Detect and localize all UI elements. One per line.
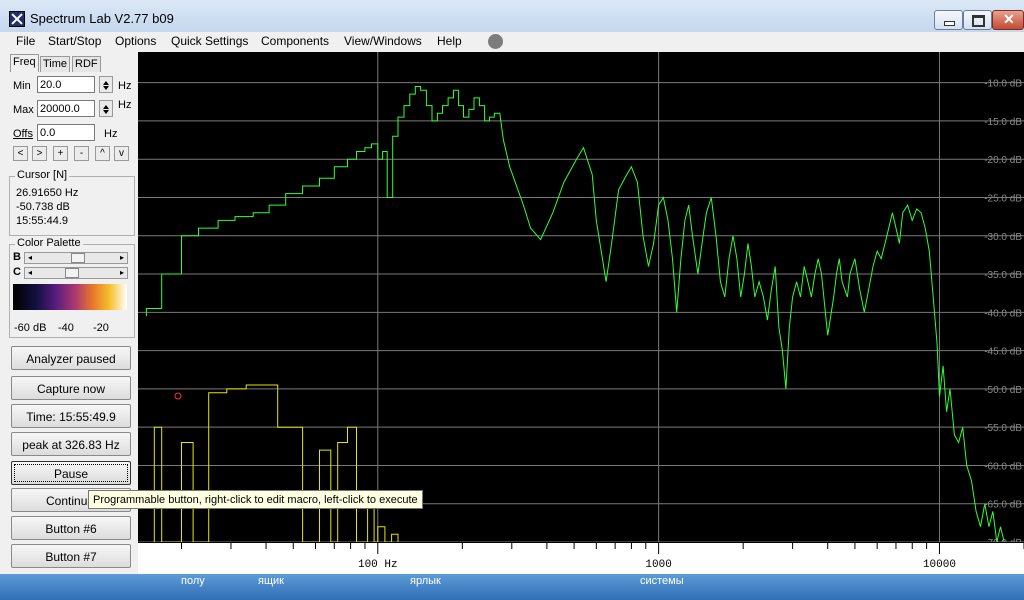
status-indicator-icon — [488, 34, 503, 49]
analyzer-status-button[interactable]: Analyzer paused — [11, 346, 131, 370]
max-unit-label: Hz — [118, 99, 132, 111]
min-freq-input[interactable]: 20.0 — [37, 76, 95, 93]
menu-quick-settings[interactable]: Quick Settings — [171, 34, 248, 48]
y-tick-label: -40.0 dB — [984, 308, 1022, 319]
y-tick-label: -55.0 dB — [984, 423, 1022, 434]
y-tick-label: -50.0 dB — [984, 385, 1022, 396]
x-tick-label: 1000 — [645, 559, 671, 571]
maximize-button[interactable] — [963, 10, 992, 30]
step-left-button[interactable]: < — [13, 146, 28, 161]
menu-view-windows[interactable]: View/Windows — [344, 34, 422, 48]
x-tick-label: 10000 — [923, 559, 956, 571]
app-window: Spectrum Lab V2.77 b09 ✕ File Start/Stop… — [0, 0, 1024, 574]
taskbar-label: ярлык — [410, 575, 441, 587]
cursor-marker-icon — [174, 392, 182, 400]
capture-now-button[interactable]: Capture now — [11, 376, 131, 400]
min-freq-spinner[interactable] — [99, 76, 113, 93]
slider-right-icon: ▸ — [119, 268, 124, 277]
x-axis: 100 Hz 1000 10000 — [138, 542, 1024, 574]
minimize-icon — [944, 21, 955, 26]
menu-start-stop[interactable]: Start/Stop — [48, 34, 101, 48]
y-tick-label: -65.0 dB — [984, 500, 1022, 511]
slider-left-icon: ◂ — [27, 253, 32, 262]
menu-components[interactable]: Components — [261, 34, 329, 48]
palette-scale-min: -60 dB — [14, 322, 47, 334]
y-tick-label: -15.0 dB — [984, 117, 1022, 128]
max-label: Max — [13, 104, 34, 116]
cursor-title: Cursor [N] — [15, 169, 70, 181]
slider-left-icon: ◂ — [27, 268, 32, 277]
contrast-label: C — [13, 266, 21, 278]
cursor-group: Cursor [N] 26.91650 Hz -50.738 dB 15:55:… — [9, 169, 135, 236]
maximize-icon — [972, 15, 985, 27]
step-up-button[interactable]: ^ — [95, 146, 110, 161]
pause-button[interactable]: Pause — [11, 461, 131, 485]
spectrum-series-line-1 — [145, 86, 1005, 542]
title-bar[interactable]: Spectrum Lab V2.77 b09 ✕ — [0, 0, 1024, 33]
taskbar-label: системы — [640, 575, 684, 587]
y-tick-label: -20.0 dB — [984, 155, 1022, 166]
min-label: Min — [13, 80, 31, 92]
button-6[interactable]: Button #6 — [11, 516, 131, 540]
brightness-label: B — [13, 251, 21, 263]
palette-scale-mid: -40 — [58, 322, 74, 334]
zoom-in-button[interactable]: + — [53, 146, 68, 161]
contrast-slider[interactable]: ◂ ▸ — [24, 267, 128, 279]
spectrum-plot[interactable]: -10.0 dB -15.0 dB -20.0 dB -25.0 dB -30.0 dB… — [138, 52, 1024, 542]
brightness-thumb[interactable] — [71, 253, 85, 263]
cursor-time: 15:55:44.9 — [16, 215, 68, 227]
color-palette-bar[interactable] — [13, 284, 127, 310]
y-tick-label: -60.0 dB — [984, 461, 1022, 472]
button-7[interactable]: Button #7 — [11, 544, 131, 568]
y-tick-label: -35.0 dB — [984, 270, 1022, 281]
y-tick-label: -25.0 dB — [984, 193, 1022, 204]
max-freq-input[interactable]: 20000.0 — [37, 100, 95, 117]
menu-options[interactable]: Options — [115, 34, 156, 48]
taskbar-label: полу — [181, 575, 205, 587]
max-freq-spinner[interactable] — [99, 100, 113, 117]
y-tick-label: -30.0 dB — [984, 232, 1022, 243]
slider-right-icon: ▸ — [119, 253, 124, 262]
palette-title: Color Palette — [15, 237, 83, 249]
x-tick-label: 100 Hz — [358, 559, 398, 571]
menu-bar: File Start/Stop Options Quick Settings C… — [0, 32, 1024, 52]
brightness-slider[interactable]: ◂ ▸ — [24, 252, 128, 264]
y-tick-label: -45.0 dB — [984, 347, 1022, 358]
tab-freq[interactable]: Freq — [10, 54, 39, 72]
offs-label[interactable]: Offs — [13, 128, 33, 140]
minimize-button[interactable] — [934, 10, 963, 30]
tab-time[interactable]: Time — [40, 56, 71, 72]
peak-button[interactable]: peak at 326.83 Hz — [11, 432, 131, 456]
offs-input[interactable]: 0.0 — [37, 124, 95, 141]
taskbar-label: ящик — [258, 575, 284, 587]
min-unit-label: Hz — [118, 80, 132, 92]
app-icon[interactable] — [9, 11, 25, 27]
zoom-out-button[interactable]: - — [74, 146, 89, 161]
close-icon: ✕ — [1003, 11, 1015, 27]
tab-rdf[interactable]: RDF — [72, 56, 101, 72]
time-button[interactable]: Time: 15:55:49.9 — [11, 404, 131, 428]
window-title: Spectrum Lab V2.77 b09 — [30, 11, 174, 26]
menu-help[interactable]: Help — [437, 34, 462, 48]
x-axis-svg: 100 Hz 1000 10000 — [138, 542, 1024, 571]
step-down-button[interactable]: v — [114, 146, 129, 161]
close-button[interactable]: ✕ — [992, 10, 1024, 30]
y-tick-label: -10.0 dB — [984, 79, 1022, 90]
step-right-button[interactable]: > — [32, 146, 47, 161]
spectrum-series-line-2 — [153, 384, 399, 542]
spectrum-svg: -10.0 dB -15.0 dB -20.0 dB -25.0 dB -30.0 dB… — [138, 52, 1024, 542]
taskbar: полу ящик ярлык системы — [0, 574, 1024, 600]
contrast-thumb[interactable] — [65, 268, 79, 278]
cursor-frequency: 26.91650 Hz — [16, 187, 79, 199]
palette-scale-max: -20 — [93, 322, 109, 334]
menu-file[interactable]: File — [16, 34, 35, 48]
tooltip: Programmable button, right-click to edit… — [88, 490, 423, 509]
offs-unit-label: Hz — [104, 128, 118, 140]
cursor-level: -50.738 dB — [16, 201, 70, 213]
